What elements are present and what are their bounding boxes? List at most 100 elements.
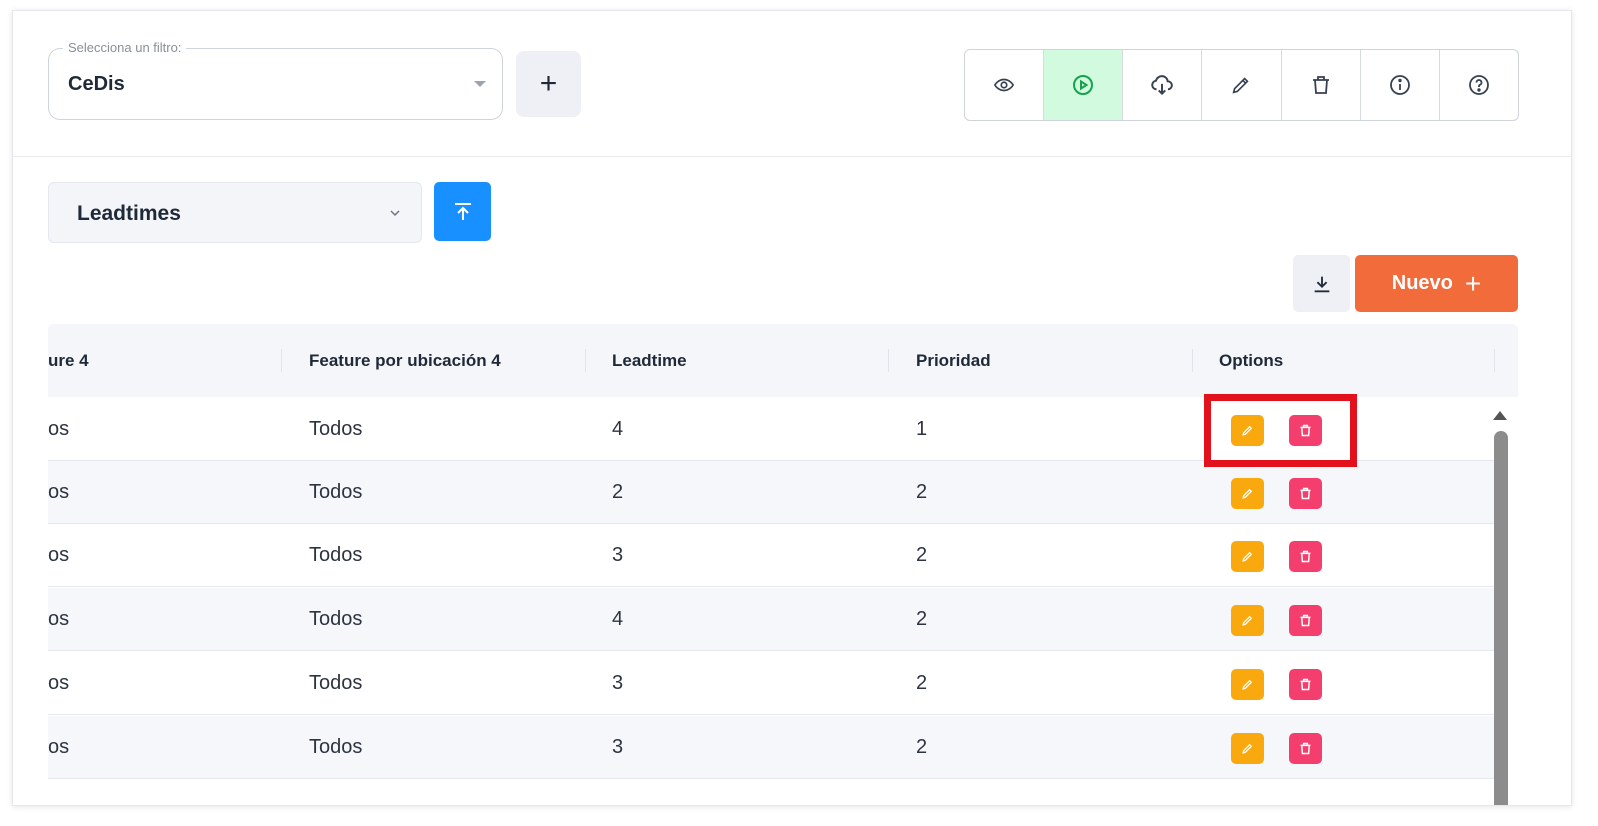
- pencil-icon: [1233, 77, 1250, 94]
- section-divider: [13, 156, 1571, 157]
- table-cell: Todos: [309, 418, 363, 440]
- trash-icon: [1312, 76, 1329, 94]
- table-cell: 2: [916, 736, 928, 758]
- table-cell: os: [48, 736, 70, 758]
- plus-icon: +: [1464, 267, 1482, 299]
- trash-icon: [1300, 424, 1311, 437]
- table-cell: 4: [612, 608, 624, 630]
- table-cell: 2: [916, 608, 928, 630]
- table-select[interactable]: Leadtimes: [48, 182, 422, 243]
- column-header: Leadtime: [612, 350, 687, 370]
- pencil-icon: [1242, 743, 1253, 754]
- table-cell: 2: [612, 481, 624, 503]
- trash-icon: [1300, 614, 1311, 627]
- delete-button[interactable]: [1282, 50, 1361, 120]
- trash-icon: [1300, 550, 1311, 563]
- table-header: ure 4 Feature por ubicación 4 Leadtime P…: [48, 324, 1518, 397]
- upload-button[interactable]: [434, 182, 491, 241]
- caret-down-icon: [474, 81, 486, 87]
- table-row: os Todos 3 2: [48, 652, 1495, 715]
- download-icon: [1314, 276, 1329, 292]
- filter-legend: Selecciona un filtro:: [63, 40, 187, 56]
- row-edit-button[interactable]: [1231, 415, 1264, 446]
- help-icon: [1469, 75, 1489, 95]
- pencil-icon: [1242, 488, 1253, 499]
- add-filter-button[interactable]: +: [516, 51, 581, 117]
- column-separator: [281, 349, 282, 372]
- run-button[interactable]: [1044, 50, 1124, 120]
- toolbar: [964, 49, 1519, 121]
- filter-select[interactable]: Selecciona un filtro: CeDis: [48, 40, 503, 120]
- table-cell: 2: [916, 544, 928, 566]
- play-circle-icon: [1073, 75, 1094, 95]
- pencil-icon: [1242, 615, 1253, 626]
- row-edit-button[interactable]: [1231, 669, 1264, 700]
- scrollbar-thumb[interactable]: [1494, 431, 1508, 805]
- edit-button[interactable]: [1202, 50, 1282, 120]
- column-header: Feature por ubicación 4: [309, 350, 501, 370]
- trash-icon: [1300, 678, 1311, 691]
- table-cell: Todos: [309, 608, 363, 630]
- pencil-icon: [1242, 425, 1253, 436]
- trash-icon: [1300, 487, 1311, 500]
- column-header: Options: [1219, 350, 1284, 370]
- row-edit-button[interactable]: [1231, 733, 1264, 764]
- table-cell: 2: [916, 481, 928, 503]
- row-delete-button[interactable]: [1289, 541, 1322, 572]
- table-cell: 2: [916, 672, 928, 694]
- table-row: os Todos 3 2: [48, 716, 1495, 779]
- cloud-download-icon: [1151, 75, 1174, 96]
- table-cell: 3: [612, 672, 624, 694]
- view-button[interactable]: [965, 50, 1045, 120]
- table-row: os Todos 3 2: [48, 524, 1495, 587]
- row-delete-button[interactable]: [1289, 605, 1322, 636]
- column-separator: [1494, 349, 1495, 372]
- trash-icon: [1300, 742, 1311, 755]
- table-row: os Todos 2 2: [48, 461, 1495, 524]
- column-separator: [888, 349, 889, 372]
- table-row: os Todos 4 2: [48, 588, 1495, 651]
- table-cell: Todos: [309, 736, 363, 758]
- scroll-up-arrow[interactable]: [1493, 411, 1507, 420]
- row-delete-button[interactable]: [1289, 733, 1322, 764]
- new-button[interactable]: Nuevo +: [1355, 255, 1518, 312]
- data-table: ure 4 Feature por ubicación 4 Leadtime P…: [48, 324, 1518, 805]
- filter-value: CeDis: [68, 73, 125, 95]
- table-select-value: Leadtimes: [77, 202, 181, 225]
- row-delete-button[interactable]: [1289, 478, 1322, 509]
- info-button[interactable]: [1361, 50, 1440, 120]
- upload-icon: [454, 202, 471, 220]
- table-cell: Todos: [309, 544, 363, 566]
- cloud-download-button[interactable]: [1123, 50, 1203, 120]
- help-button[interactable]: [1440, 50, 1518, 120]
- table-cell: Todos: [309, 672, 363, 694]
- table-cell: Todos: [309, 481, 363, 503]
- table-cell: os: [48, 672, 70, 694]
- table-cell: 4: [612, 418, 624, 440]
- table-row: os Todos 4 1: [48, 398, 1495, 461]
- pencil-icon: [1242, 551, 1253, 562]
- column-header: ure 4: [48, 350, 89, 370]
- eye-icon: [993, 78, 1015, 92]
- row-delete-button[interactable]: [1289, 669, 1322, 700]
- row-edit-button[interactable]: [1231, 541, 1264, 572]
- pencil-icon: [1242, 679, 1253, 690]
- row-edit-button[interactable]: [1231, 478, 1264, 509]
- info-icon: [1389, 75, 1410, 95]
- table-cell: os: [48, 608, 70, 630]
- table-cell: 1: [916, 418, 928, 440]
- column-separator: [585, 349, 586, 372]
- column-header: Prioridad: [916, 350, 991, 370]
- new-button-label: Nuevo: [1391, 272, 1453, 294]
- main-card: Selecciona un filtro: CeDis + Leadtimes: [12, 10, 1572, 806]
- table-cell: os: [48, 418, 70, 440]
- download-button[interactable]: [1293, 255, 1350, 312]
- row-delete-button[interactable]: [1289, 415, 1322, 446]
- table-cell: 3: [612, 544, 624, 566]
- row-edit-button[interactable]: [1231, 605, 1264, 636]
- column-separator: [1192, 349, 1193, 372]
- table-cell: 3: [612, 736, 624, 758]
- table-cell: os: [48, 544, 70, 566]
- chevron-down-icon: [390, 210, 400, 217]
- table-cell: os: [48, 481, 70, 503]
